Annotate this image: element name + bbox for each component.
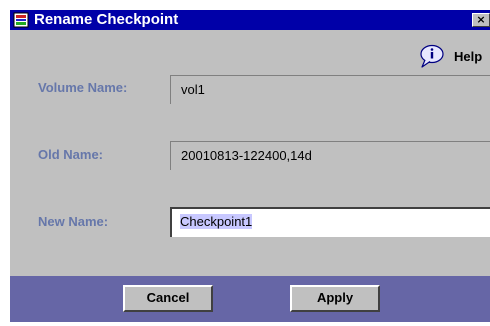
button-bar: Cancel Apply <box>10 276 490 322</box>
close-button[interactable]: × <box>472 13 490 27</box>
window-title: Rename Checkpoint <box>34 11 179 28</box>
app-icon <box>13 12 29 28</box>
old-name-label: Old Name: <box>38 147 104 162</box>
dialog-body: Help Volume Name: vol1 Old Name: 2001081… <box>10 30 490 276</box>
apply-button[interactable]: Apply <box>290 285 380 312</box>
title-bar[interactable]: Rename Checkpoint × <box>10 10 490 30</box>
volume-name-field: vol1 <box>170 75 490 104</box>
info-balloon-icon <box>420 44 444 68</box>
window-bottom-edge <box>10 322 490 326</box>
close-icon: × <box>476 13 486 26</box>
cancel-button[interactable]: Cancel <box>123 285 213 312</box>
new-name-input[interactable]: Checkpoint1 <box>170 207 490 237</box>
new-name-value: Checkpoint1 <box>180 214 253 229</box>
old-name-field: 20010813-122400,14d <box>170 141 490 170</box>
rename-checkpoint-dialog: Rename Checkpoint × Help Volume Name: vo… <box>0 0 490 326</box>
volume-name-label: Volume Name: <box>38 80 128 95</box>
help-label: Help <box>454 49 483 64</box>
new-name-label: New Name: <box>38 214 109 229</box>
